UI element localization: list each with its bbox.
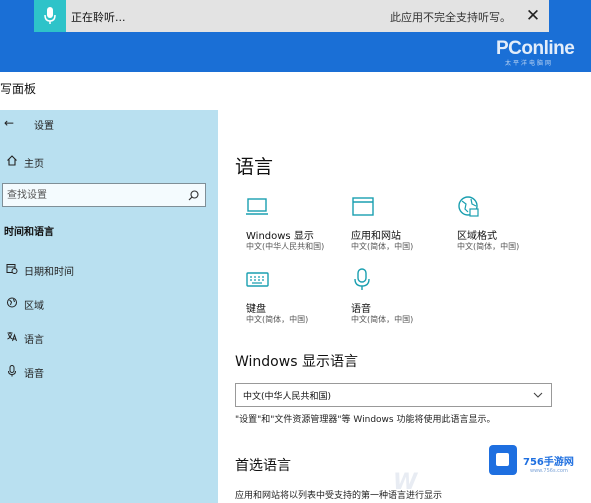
dropdown-selected-value: 中文(中华人民共和国): [243, 392, 332, 402]
sidebar-item-speech[interactable]: 语音: [4, 365, 44, 380]
microphone-icon: [8, 365, 16, 377]
dictation-status: 正在聆听...: [71, 11, 126, 24]
sidebar-item-label: 语音: [24, 369, 44, 380]
tile-title: 区域格式: [457, 231, 497, 242]
language-icon: [7, 332, 17, 342]
display-language-heading: Windows 显示语言: [235, 354, 358, 370]
chevron-down-icon: [533, 392, 543, 398]
globe-icon: [7, 297, 17, 308]
monitor-icon: [246, 198, 268, 215]
site-logo-icon: [489, 445, 517, 475]
sidebar-item-region[interactable]: 区域: [4, 297, 44, 312]
sidebar-item-home[interactable]: 主页: [4, 155, 44, 170]
page-title: 语言: [235, 156, 274, 178]
pconline-watermark-logo: PConline: [496, 38, 575, 59]
calendar-clock-icon: [6, 264, 18, 274]
sidebar-item-label: 日期和时间: [24, 267, 74, 278]
dictation-mic-button[interactable]: [34, 0, 66, 32]
sidebar-item-label: 语言: [24, 335, 44, 346]
pconline-watermark-sub: 太平洋电脑网: [505, 60, 554, 67]
search-icon[interactable]: [188, 190, 199, 201]
sidebar-item-label: 主页: [24, 159, 44, 170]
tile-subtitle: 中文(简体，中国): [351, 242, 414, 251]
display-language-dropdown[interactable]: 中文(中华人民共和国): [235, 383, 552, 407]
sidebar-item-language[interactable]: 语言: [4, 331, 44, 346]
back-button[interactable]: ←: [4, 116, 14, 130]
faint-watermark: W: [393, 470, 418, 495]
globe-format-icon: [458, 196, 479, 217]
keyboard-icon: [246, 272, 269, 287]
preferred-languages-heading: 首选语言: [235, 458, 291, 474]
tile-subtitle: 中文(简体，中国): [246, 315, 309, 324]
sidebar-item-date-time[interactable]: 日期和时间: [4, 263, 74, 278]
site-watermark-text: 756手游网: [523, 457, 574, 468]
tile-subtitle: 中文(中华人民共和国): [246, 242, 325, 251]
dictation-notice: 此应用不完全支持听写。: [390, 11, 511, 24]
tile-title: Windows 显示: [246, 231, 314, 242]
handwriting-panel-title: 写面板: [0, 82, 37, 96]
microphone-icon: [354, 268, 370, 290]
dictation-toolbar: 正在聆听... 此应用不完全支持听写。 ✕: [34, 0, 549, 32]
screen: 正在聆听... 此应用不完全支持听写。 ✕ PConline 太平洋电脑网 写面…: [0, 0, 591, 503]
tile-subtitle: 中文(简体，中国): [457, 242, 520, 251]
sidebar-item-label: 区域: [24, 301, 44, 312]
settings-title: 设置: [34, 121, 54, 132]
microphone-icon: [44, 7, 56, 24]
window-icon: [352, 197, 374, 216]
site-watermark-url: www.756s.com: [530, 468, 568, 474]
tile-title: 应用和网站: [351, 231, 401, 242]
sidebar-section-heading: 时间和语言: [4, 227, 54, 238]
tile-title: 键盘: [246, 304, 266, 315]
settings-content: 语言 Windows 显示 中文(中华人民共和国) 应用和网站 中文(简体，中国…: [218, 110, 591, 503]
home-icon: [7, 155, 17, 166]
search-settings-box: [2, 183, 206, 207]
search-input[interactable]: [7, 187, 177, 203]
tile-subtitle: 中文(简体，中国): [351, 315, 414, 324]
dictation-close-button[interactable]: ✕: [522, 5, 544, 27]
tile-title: 语音: [351, 304, 371, 315]
display-language-hint: "设置"和"文件资源管理器"等 Windows 功能将使用此语言显示。: [235, 415, 496, 425]
settings-sidebar: ← 设置 主页 时间和语言 日期和时间: [0, 110, 218, 503]
